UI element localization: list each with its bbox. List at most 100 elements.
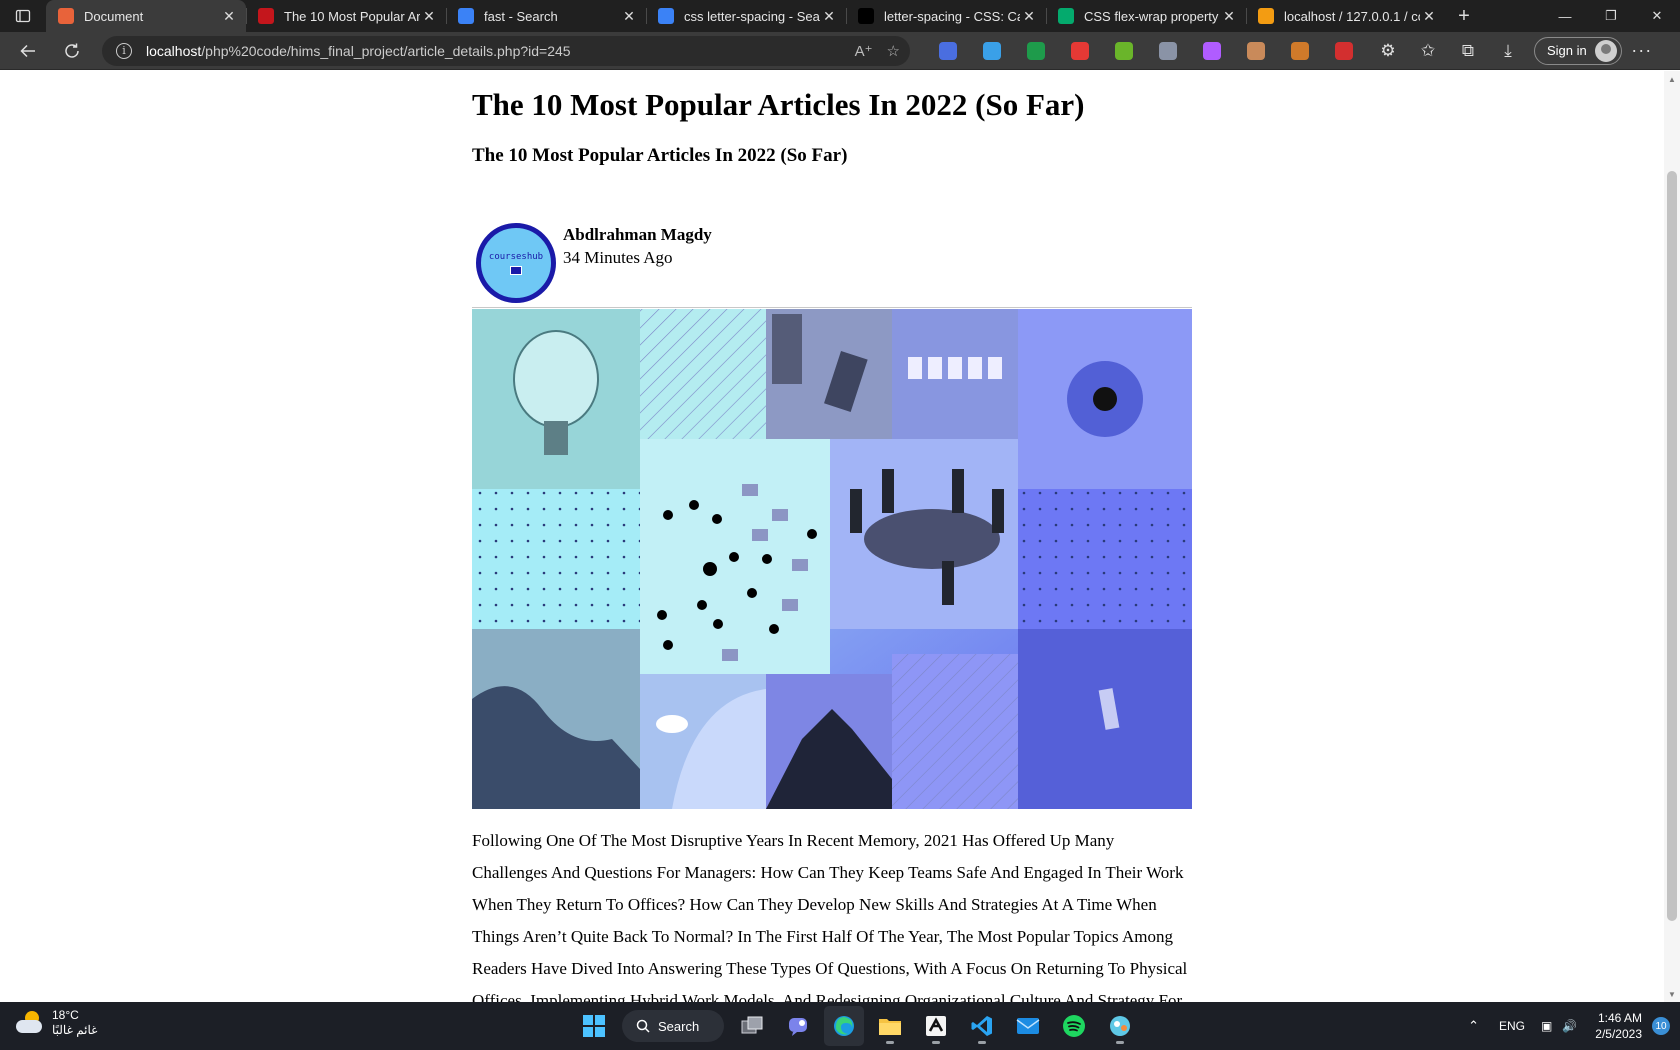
favorites-icon: ✩ bbox=[1420, 40, 1436, 60]
edge-browser-button[interactable] bbox=[824, 1006, 864, 1046]
site-info-icon[interactable]: i bbox=[116, 42, 132, 59]
address-host: localhost bbox=[146, 42, 202, 59]
xampp-button[interactable] bbox=[916, 1006, 956, 1046]
scroll-up-icon[interactable]: ▲ bbox=[1668, 75, 1676, 84]
avatar-brand-text: courseshub bbox=[488, 251, 544, 262]
address-bar[interactable]: i localhost/php%20code/hims_final_projec… bbox=[102, 35, 910, 66]
tab-title: letter-spacing - CSS: Casc bbox=[884, 8, 1020, 24]
tab-close-icon[interactable]: ✕ bbox=[620, 8, 638, 25]
tab-close-icon[interactable]: ✕ bbox=[1420, 8, 1438, 25]
app-button[interactable] bbox=[1100, 1006, 1140, 1046]
extension-button[interactable] bbox=[1014, 36, 1058, 66]
file-explorer-button[interactable] bbox=[870, 1006, 910, 1046]
tab-title: fast - Search bbox=[484, 8, 558, 24]
sign-in-label: Sign in bbox=[1547, 43, 1587, 58]
plus-icon: + bbox=[1458, 4, 1470, 27]
chevron-up-icon[interactable]: ⌃ bbox=[1468, 1018, 1479, 1034]
volume-icon[interactable]: 🔊 bbox=[1562, 1019, 1577, 1033]
extension-button[interactable] bbox=[1190, 36, 1234, 66]
extension-button[interactable] bbox=[1322, 36, 1366, 66]
taskbar-search-label: Search bbox=[658, 1018, 700, 1034]
mail-icon bbox=[1016, 1018, 1040, 1034]
new-tab-button[interactable]: + bbox=[1446, 0, 1482, 32]
back-button[interactable] bbox=[10, 36, 46, 66]
taskbar: 18°C غائم غالبًا Search ⌃ ENG ▣ 🔊 1:46 A… bbox=[0, 1002, 1680, 1050]
extension-icon bbox=[1247, 41, 1265, 60]
arrow-left-icon bbox=[20, 44, 35, 57]
tab-close-icon[interactable]: ✕ bbox=[420, 8, 438, 25]
browser-tab[interactable]: The 10 Most Popular Artic ✕ bbox=[246, 0, 446, 32]
close-window-button[interactable]: ✕ bbox=[1634, 0, 1680, 32]
chat-icon bbox=[789, 1018, 807, 1036]
spotify-button[interactable] bbox=[1054, 1006, 1094, 1046]
mail-button[interactable] bbox=[1008, 1006, 1048, 1046]
extension-button[interactable] bbox=[1234, 36, 1278, 66]
extensions-button[interactable]: ⚙ bbox=[1370, 36, 1406, 66]
download-icon: ⤓ bbox=[1504, 40, 1512, 60]
clock-date: 2/5/2023 bbox=[1595, 1027, 1642, 1041]
downloads-button[interactable]: ⤓ bbox=[1490, 36, 1526, 66]
extension-icon bbox=[1159, 41, 1177, 60]
scrollbar-thumb[interactable] bbox=[1667, 171, 1677, 921]
settings-menu-button[interactable]: ··· bbox=[1622, 40, 1662, 61]
extension-icon bbox=[1291, 41, 1309, 60]
vscode-button[interactable] bbox=[962, 1006, 1002, 1046]
extension-button[interactable] bbox=[1278, 36, 1322, 66]
tab-favicon-icon bbox=[58, 8, 74, 24]
taskbar-apps: Search bbox=[574, 1006, 1140, 1046]
clock[interactable]: 1:46 AM 2/5/2023 bbox=[1595, 1010, 1642, 1042]
tab-close-icon[interactable]: ✕ bbox=[1220, 8, 1238, 25]
tab-title: localhost / 127.0.0.1 / cou bbox=[1284, 8, 1420, 24]
page-scrollbar[interactable]: ▲ ▼ bbox=[1664, 71, 1680, 1002]
extension-icon bbox=[1027, 41, 1045, 60]
task-view-button[interactable] bbox=[732, 1006, 772, 1046]
clock-time: 1:46 AM bbox=[1597, 1011, 1642, 1025]
extension-button[interactable] bbox=[1058, 36, 1102, 66]
browser-tab[interactable]: fast - Search ✕ bbox=[446, 0, 646, 32]
tab-actions-button[interactable] bbox=[0, 0, 46, 32]
tab-title: The 10 Most Popular Artic bbox=[284, 8, 420, 24]
tab-favicon-icon bbox=[658, 8, 674, 24]
windows-icon bbox=[583, 1015, 605, 1037]
browser-tab[interactable]: letter-spacing - CSS: Casc✕ bbox=[846, 0, 1046, 32]
favorites-button[interactable]: ✩ bbox=[1410, 36, 1446, 66]
tab-actions-icon bbox=[15, 9, 31, 23]
weather-widget[interactable]: 18°C غائم غالبًا bbox=[16, 1008, 97, 1038]
article-subtitle: The 10 Most Popular Articles In 2022 (So… bbox=[472, 145, 848, 167]
refresh-button[interactable] bbox=[54, 36, 90, 66]
browser-tab[interactable]: css letter-spacing - Search✕ bbox=[646, 0, 846, 32]
browser-tab[interactable]: Document ✕ bbox=[46, 0, 246, 32]
sign-in-button[interactable]: Sign in bbox=[1534, 36, 1622, 65]
refresh-icon bbox=[65, 43, 79, 58]
extension-button[interactable] bbox=[1102, 36, 1146, 66]
restore-button[interactable]: ❐ bbox=[1588, 0, 1634, 32]
tab-favicon-icon bbox=[858, 8, 874, 24]
teams-chat-button[interactable] bbox=[778, 1006, 818, 1046]
tab-strip: Document ✕ The 10 Most Popular Artic ✕ fast … bbox=[0, 0, 1680, 32]
browser-tab[interactable]: localhost / 127.0.0.1 / cou ✕ bbox=[1246, 0, 1446, 32]
extension-button[interactable] bbox=[926, 36, 970, 66]
tab-close-icon[interactable]: ✕ bbox=[220, 8, 238, 25]
partly-cloudy-icon bbox=[16, 1011, 44, 1035]
page-viewport: The 10 Most Popular Articles In 2022 (So… bbox=[0, 71, 1664, 1002]
add-favorite-icon[interactable]: ☆ bbox=[887, 42, 900, 60]
start-button[interactable] bbox=[574, 1006, 614, 1046]
scroll-down-icon[interactable]: ▼ bbox=[1668, 990, 1676, 999]
network-icon[interactable]: ▣ bbox=[1541, 1019, 1552, 1033]
browser-tab[interactable]: CSS flex-wrap property ✕ bbox=[1046, 0, 1246, 32]
tab-close-icon[interactable]: ✕ bbox=[1020, 8, 1038, 25]
tab-favicon-icon bbox=[1258, 8, 1274, 24]
minimize-button[interactable]: — bbox=[1542, 0, 1588, 32]
read-aloud-icon[interactable]: A⁺ bbox=[855, 42, 873, 60]
browser-toolbar: i localhost/php%20code/hims_final_projec… bbox=[0, 32, 1680, 70]
extension-icon bbox=[983, 41, 1001, 60]
edge-icon bbox=[834, 1016, 854, 1036]
collections-button[interactable]: ⧉ bbox=[1450, 36, 1486, 66]
extension-button[interactable] bbox=[1146, 36, 1190, 66]
taskbar-search[interactable]: Search bbox=[622, 1010, 724, 1042]
language-indicator[interactable]: ENG bbox=[1499, 1019, 1525, 1033]
notification-badge[interactable]: 10 bbox=[1652, 1017, 1670, 1035]
profile-avatar-icon bbox=[1594, 39, 1617, 62]
tab-close-icon[interactable]: ✕ bbox=[820, 8, 838, 25]
extension-button[interactable] bbox=[970, 36, 1014, 66]
